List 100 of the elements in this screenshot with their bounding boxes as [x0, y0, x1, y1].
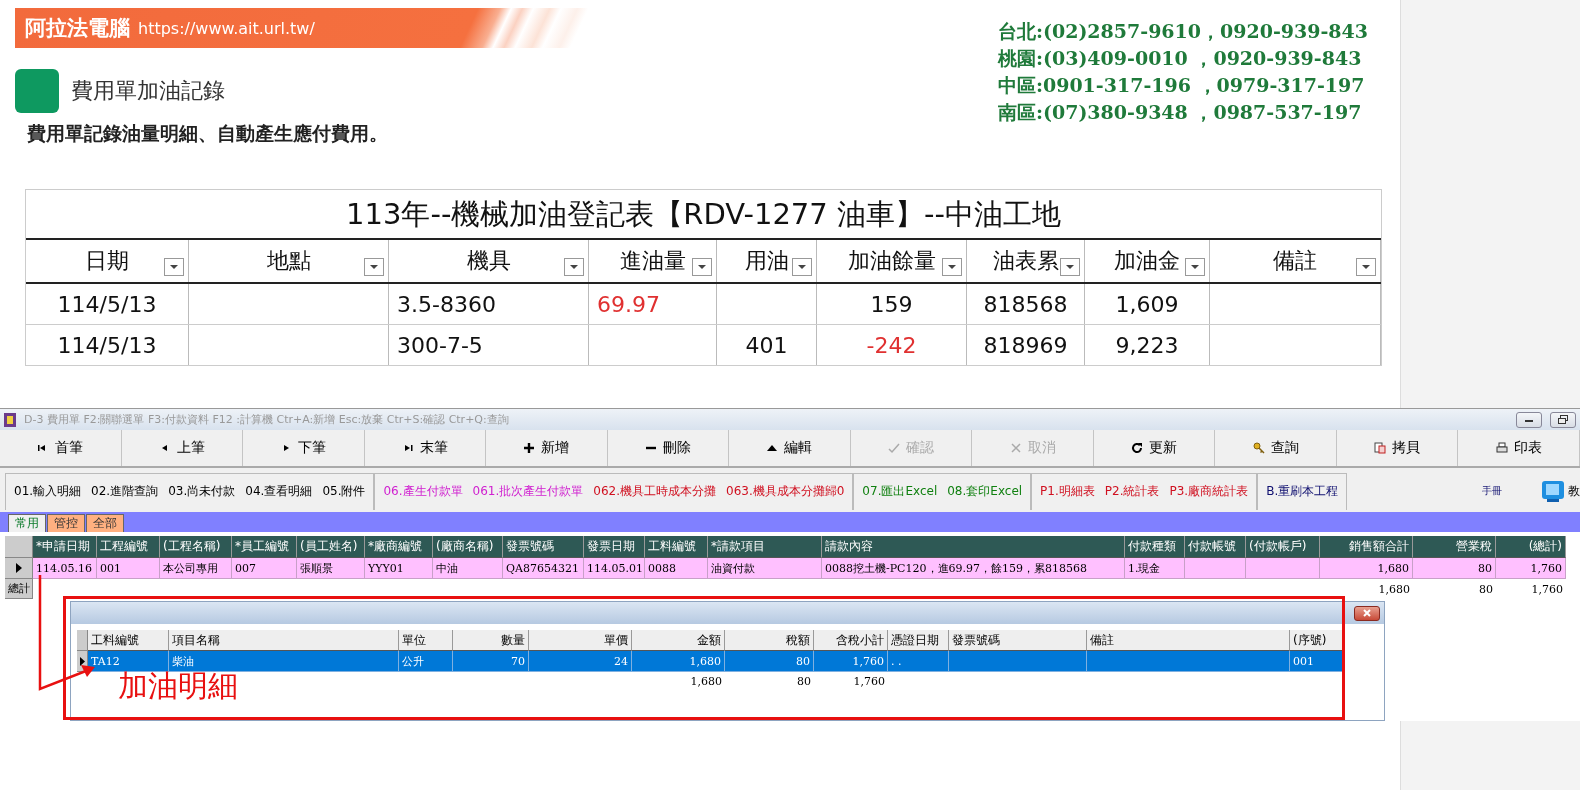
column-header: 憑證日期: [888, 630, 949, 651]
function-link[interactable]: 04.查看明細: [245, 483, 313, 501]
close-icon: [1009, 442, 1022, 455]
table-cell: 中油: [433, 558, 503, 579]
function-link[interactable]: B.重刷本工程: [1266, 483, 1339, 501]
contact-line: 台北:(02)2857-9610，0920-939-843: [997, 19, 1368, 44]
column-header: *申請日期: [33, 536, 97, 558]
function-link[interactable]: 06.產生付款單: [383, 483, 463, 501]
total-cell-text: 80: [1478, 581, 1494, 598]
column-header: 加油金: [1085, 240, 1210, 282]
manual-link[interactable]: 手冊: [1476, 473, 1508, 510]
column-header: 稅額: [725, 630, 814, 651]
column-header: 單位: [399, 630, 453, 651]
column-header: (總計): [1496, 536, 1566, 558]
column-header: 發票日期: [584, 536, 645, 558]
table-cell: 0088: [645, 558, 708, 579]
function-link[interactable]: 05.附件: [322, 483, 366, 501]
tab[interactable]: 管控: [47, 514, 85, 532]
total-label: 總計: [5, 579, 33, 599]
refresh-icon: [1131, 442, 1144, 455]
table-cell: 114.05.01: [584, 558, 645, 579]
column-header: 單價: [529, 630, 632, 651]
column-header: 發票號碼: [503, 536, 584, 558]
column-header: (付款帳戶): [1246, 536, 1320, 558]
function-link[interactable]: 061.批次產生付款單: [472, 483, 584, 501]
table-cell: 70: [453, 651, 529, 672]
current-row-icon: [79, 656, 85, 666]
column-header: (廠商名稱): [433, 536, 503, 558]
column-header: 項目名稱: [169, 630, 399, 651]
tutorial-button[interactable]: 教: [1540, 473, 1580, 510]
website-url: https://www.ait.url.tw/: [138, 18, 315, 38]
filter-dropdown-icon[interactable]: [692, 258, 712, 276]
restore-icon: [1558, 415, 1568, 425]
function-link[interactable]: P3.廠商統計表: [1169, 483, 1249, 501]
function-link[interactable]: 062.機具工時成本分攤: [593, 483, 716, 501]
section-marker: [15, 69, 59, 113]
table-cell: [1185, 558, 1246, 579]
column-header: 銷售額合計: [1320, 536, 1413, 558]
tab[interactable]: 常用: [8, 514, 46, 532]
printer-icon: [1495, 442, 1508, 455]
table-cell: 1,760: [1496, 558, 1566, 579]
contact-line: 南區:(07)380-9348 ，0987-537-197: [997, 100, 1362, 125]
filter-dropdown-icon[interactable]: [364, 258, 384, 276]
monitor-icon: [1540, 478, 1566, 505]
filter-dropdown-icon[interactable]: [942, 258, 962, 276]
copy-icon: [1374, 442, 1387, 455]
function-link[interactable]: P1.明細表: [1040, 483, 1095, 501]
filter-dropdown-icon[interactable]: [1060, 258, 1080, 276]
check-icon: [888, 442, 901, 455]
table-cell: 柴油: [169, 651, 399, 672]
column-header: 備註: [1087, 630, 1290, 651]
minimize-button[interactable]: [1516, 411, 1542, 428]
total-cell-text: 1,760: [1530, 581, 1564, 598]
table-cell: 1.現金: [1125, 558, 1185, 579]
column-header: 發票號碼: [949, 630, 1087, 651]
function-link[interactable]: P2.統計表: [1104, 483, 1160, 501]
total-cell-text: 1,680: [1377, 581, 1411, 598]
table-cell: TA12: [88, 651, 169, 672]
plus-icon: [523, 442, 536, 455]
tab[interactable]: 全部: [86, 514, 124, 532]
table-cell: 80: [1413, 558, 1496, 579]
table-cell: QA87654321: [503, 558, 584, 579]
table-cell: 1,680: [632, 651, 725, 672]
filter-dropdown-icon[interactable]: [792, 258, 812, 276]
function-link[interactable]: 07.匯出Excel: [862, 483, 938, 501]
column-header: (序號): [1290, 630, 1344, 651]
table-cell: 本公司專用: [160, 558, 232, 579]
table-cell: 001: [97, 558, 160, 579]
restore-button[interactable]: [1550, 411, 1576, 428]
sheet-cell: 818969: [967, 325, 1085, 365]
function-link[interactable]: 063.機具成本分攤歸0: [726, 483, 845, 501]
column-header: 營業稅: [1413, 536, 1496, 558]
function-link[interactable]: 08.套印Excel: [947, 483, 1023, 501]
column-header: 油表累: [967, 240, 1085, 282]
sheet-cell: 114/5/13: [26, 325, 189, 365]
column-header: 地點: [189, 240, 389, 282]
current-row-icon: [15, 563, 22, 573]
function-link[interactable]: 01.輸入明細: [14, 483, 82, 501]
sheet-cell: 9,223: [1085, 325, 1210, 365]
column-header: 付款帳號: [1185, 536, 1246, 558]
table-cell: 001: [1290, 651, 1344, 672]
table-cell: 80: [725, 651, 814, 672]
close-button[interactable]: [1354, 605, 1380, 621]
table-cell: 油資付款: [708, 558, 822, 579]
table-cell: . .: [888, 651, 949, 672]
table-cell: 0088挖土機-PC120，進69.97，餘159，累818568: [822, 558, 1125, 579]
column-header: (員工姓名): [297, 536, 365, 558]
column-header: 加油餘量: [817, 240, 967, 282]
table-cell: 24: [529, 651, 632, 672]
table-cell: 114.05.16: [33, 558, 97, 579]
filter-dropdown-icon[interactable]: [1185, 258, 1205, 276]
column-header: (工程名稱): [160, 536, 232, 558]
sheet-title: 113年--機械加油登記表【RDV-1277 油車】--中油工地: [26, 190, 1381, 240]
filter-dropdown-icon[interactable]: [164, 258, 184, 276]
filter-dropdown-icon[interactable]: [1356, 258, 1376, 276]
column-header: 工料編號: [645, 536, 708, 558]
function-link[interactable]: 03.尚未付款: [168, 483, 236, 501]
function-link[interactable]: 02.進階查詢: [91, 483, 159, 501]
filter-dropdown-icon[interactable]: [564, 258, 584, 276]
contact-line: 中區:0901-317-196 ，0979-317-197: [997, 73, 1365, 98]
